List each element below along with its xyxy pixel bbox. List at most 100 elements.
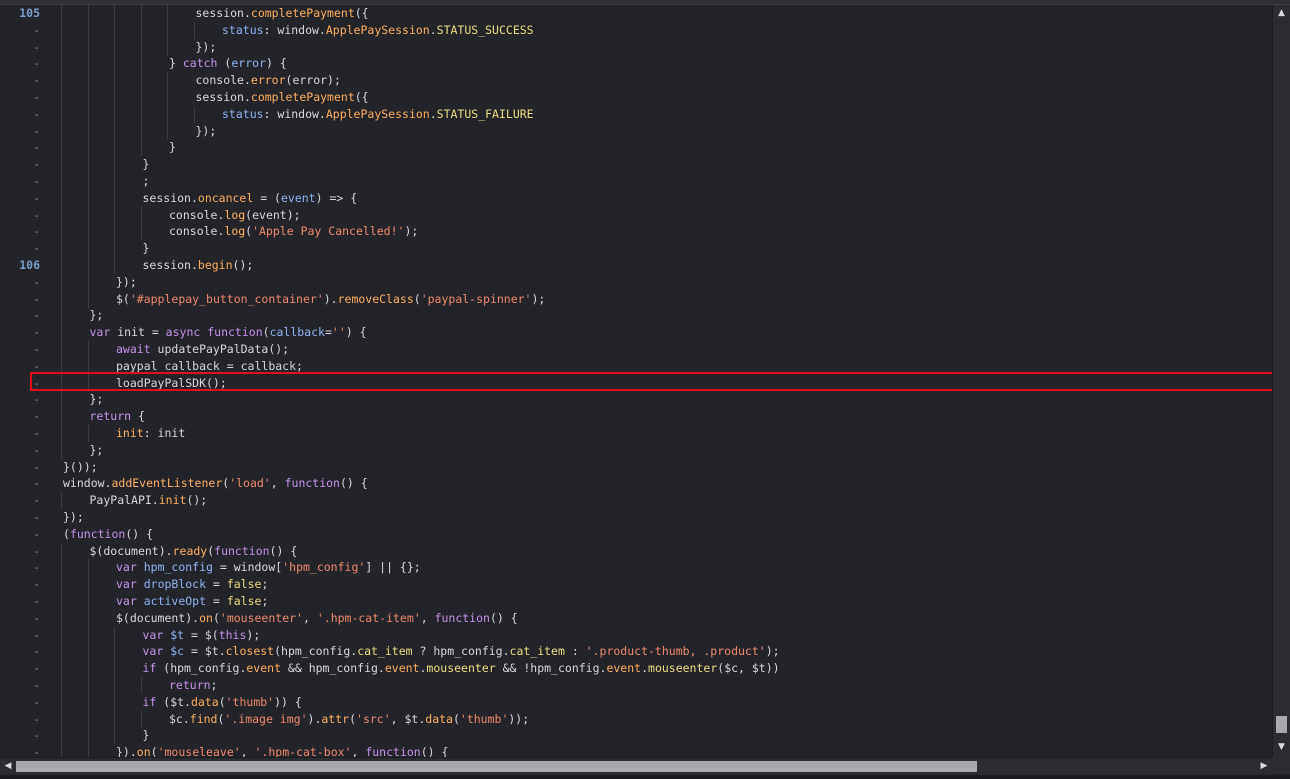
code-line[interactable]: - var $t = $(this); — [0, 626, 1272, 644]
code-token: session. — [142, 190, 198, 205]
horizontal-scroll-thumb[interactable] — [16, 761, 977, 772]
code-text: init: init — [116, 425, 185, 442]
code-token: . — [429, 22, 437, 37]
code-token: var — [142, 644, 164, 659]
code-line[interactable]: -} catch (error) { — [0, 55, 1272, 73]
window-bottom-edge — [0, 775, 1290, 779]
code-line[interactable]: -} — [0, 139, 1272, 157]
code-line[interactable]: 106 session.begin(); — [0, 257, 1272, 274]
indent-guide — [61, 391, 62, 409]
diff-marker: - — [33, 106, 40, 121]
code-line[interactable]: -; — [0, 173, 1272, 190]
code-line[interactable]: - var hpm_config = window['hpm_config'] |… — [0, 559, 1272, 577]
code-token: '.product-thumb, .product' — [585, 644, 766, 659]
indent-guide — [87, 609, 89, 627]
code-line[interactable]: -}; — [0, 441, 1272, 459]
code-text: if (hpm_config.event && hpm_config.event… — [143, 660, 780, 677]
code-line[interactable]: - status: window.ApplePaySession.STATUS_F… — [0, 105, 1272, 123]
code-token: } — [169, 56, 183, 71]
code-line[interactable]: -}; — [0, 391, 1272, 409]
code-line[interactable]: - $c.find('.image img').attr('src', $t.da… — [0, 710, 1272, 728]
code-line[interactable]: - status: window.ApplePaySession.STATUS_S… — [0, 21, 1272, 39]
code-token: completePayment — [250, 6, 355, 20]
code-token: ] || {}; — [365, 560, 421, 575]
code-line[interactable]: - return; — [0, 677, 1272, 694]
scroll-up-icon[interactable]: ▲ — [1273, 5, 1290, 21]
vertical-scroll-thumb[interactable] — [1276, 716, 1287, 733]
vertical-scrollbar[interactable]: ▲ ▼ — [1272, 5, 1290, 757]
code-line[interactable]: - $('#applepay_button_container').removeC… — [0, 290, 1272, 308]
code-line[interactable]: -} — [0, 240, 1272, 258]
code-line[interactable]: -} — [0, 727, 1272, 745]
code-line[interactable]: -}); — [0, 509, 1272, 526]
diff-marker: - — [33, 594, 40, 608]
code-line[interactable]: - window.addEventListener('load', functio… — [0, 475, 1272, 492]
code-token: this — [218, 627, 247, 642]
code-line[interactable]: - session.oncancel = (event) => { — [0, 189, 1272, 207]
code-line[interactable]: - console.log('Apple Pay Cancelled!'); — [0, 223, 1272, 241]
indent-guide — [114, 643, 115, 661]
code-line[interactable]: - await updatePayPalData(); — [0, 341, 1272, 358]
code-line[interactable]: - if ($t.data('thumb')) { — [0, 693, 1272, 711]
indent-guide — [87, 677, 89, 694]
code-line[interactable]: - var init = async function(callback='') … — [0, 324, 1272, 342]
code-token: if — [142, 661, 157, 676]
code-line[interactable]: - var $c = $t.closest(hpm_config.cat_item… — [0, 643, 1272, 661]
code-line[interactable]: -}; — [0, 307, 1272, 325]
code-line[interactable]: - $(document).ready(function() { — [0, 542, 1272, 560]
indent-guide — [114, 710, 115, 728]
code-line[interactable]: - console.log(event); — [0, 206, 1272, 224]
indent-guide — [87, 626, 89, 644]
code-token: function — [284, 476, 340, 491]
diff-marker: - — [33, 39, 40, 54]
code-line[interactable]: -}()); — [0, 459, 1272, 476]
code-line[interactable]: -} — [0, 156, 1272, 174]
code-line[interactable]: 105 session.completePayment({ — [0, 5, 1272, 22]
code-token: = ( — [253, 190, 281, 205]
indent-guide — [61, 240, 62, 258]
horizontal-scrollbar[interactable]: ◀ ▶ — [0, 757, 1272, 775]
code-line[interactable]: -}); — [0, 273, 1272, 291]
scroll-left-icon[interactable]: ◀ — [0, 758, 16, 775]
indent-guide — [61, 38, 62, 56]
code-line[interactable]: - $(document).on('mouseenter', '.hpm-cat-… — [0, 609, 1272, 627]
indent-guide — [167, 21, 168, 39]
code-line[interactable]: - session.completePayment({ — [0, 89, 1272, 106]
code-token: completePayment — [250, 90, 355, 104]
scroll-right-icon[interactable]: ▶ — [1256, 758, 1272, 775]
code-token: . — [429, 106, 437, 121]
code-token: = $( — [184, 627, 219, 642]
code-line[interactable]: - loadPayPalSDK(); — [0, 374, 1272, 392]
code-line[interactable]: -}); — [0, 38, 1272, 56]
code-line[interactable]: - (function() { — [0, 526, 1272, 543]
indent-guide — [140, 105, 142, 123]
code-token: mouseenter — [426, 661, 496, 676]
code-line[interactable]: -}).on('mouseleave', '.hpm-cat-box', fun… — [0, 744, 1272, 757]
code-line[interactable]: - console.error(error); — [0, 72, 1272, 90]
indent-guide — [114, 122, 115, 140]
indent-guide — [87, 290, 89, 308]
code-line[interactable]: - var dropBlock = false; — [0, 576, 1272, 594]
code-line[interactable]: - if (hpm_config.event && hpm_config.even… — [0, 660, 1272, 678]
code-line[interactable]: - PayPalAPI.init(); — [0, 492, 1272, 510]
code-text: await updatePayPalData(); — [116, 341, 289, 358]
code-token: ApplePaySession — [325, 106, 430, 121]
code-token: }); — [195, 123, 217, 138]
code-line[interactable]: - var activeOpt = false; — [0, 593, 1272, 610]
scroll-down-icon[interactable]: ▼ — [1273, 739, 1290, 755]
code-text: }); — [196, 39, 217, 56]
code-text: (function() { — [63, 526, 153, 543]
code-token: on — [199, 610, 213, 625]
indent-guide — [61, 223, 62, 241]
diff-marker: - — [33, 241, 40, 256]
code-token: () { — [269, 543, 298, 558]
code-line[interactable]: -}); — [0, 122, 1272, 140]
code-editor[interactable]: 105 session.completePayment({- status: win… — [0, 5, 1272, 757]
indent-guide — [193, 21, 195, 39]
code-line[interactable]: - init: init — [0, 425, 1272, 442]
diff-marker: - — [33, 190, 40, 205]
code-line[interactable]: - paypal_callback = callback; — [0, 357, 1272, 375]
code-text: if ($t.data('thumb')) { — [143, 694, 302, 711]
code-line[interactable]: - return { — [0, 408, 1272, 426]
code-token: false — [226, 577, 262, 592]
